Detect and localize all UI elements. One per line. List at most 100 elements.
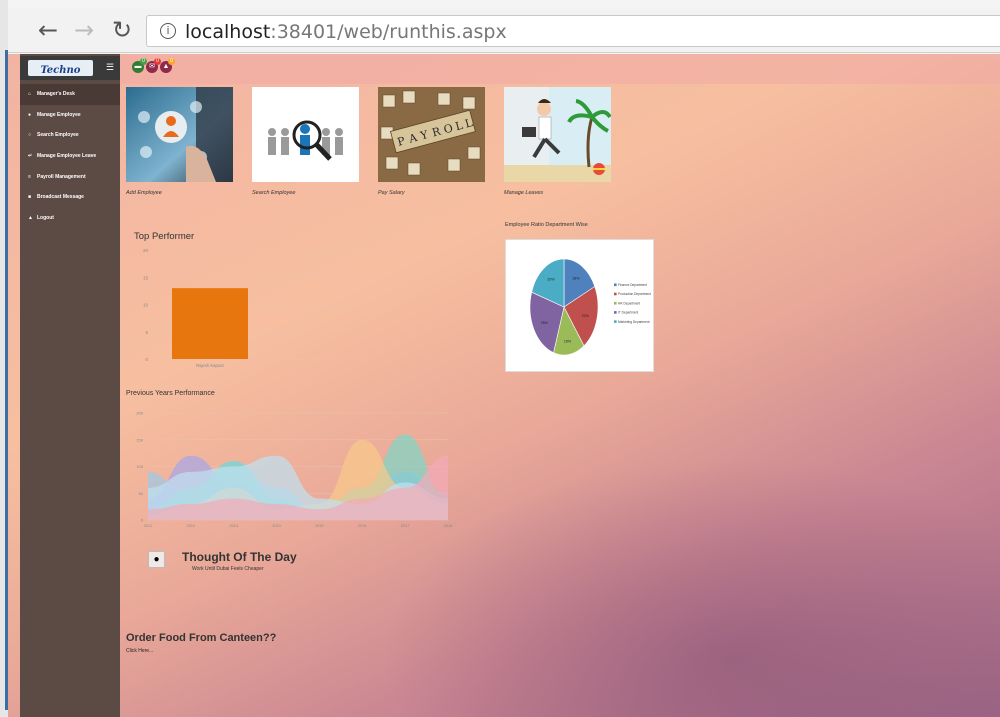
manage-leaves-caption[interactable]: Manage Leaves [504,190,543,196]
search-employee-caption[interactable]: Search Employee [252,190,295,196]
list-icon: ≡ [28,173,31,180]
pie-legend-label: Finance Department [618,283,647,287]
logout-icon: ▲ [28,214,33,221]
window-edge [0,0,8,717]
pie-legend-swatch [614,301,617,305]
sidebar: Techno ☰ ⌂ Manager's Desk ● Manage Employee… [20,54,120,717]
browser-toolbar: ← → ↻ i localhost:38401/web/runthis.aspx [8,8,1000,53]
pay-salary-caption[interactable]: Pay Salary [378,190,405,196]
area-x-tick: 2013 [229,524,237,528]
canteen-section: Order Food From Canteen?? Click Here... [126,632,276,654]
area-y-tick: 100 [136,464,143,469]
search-employee-image [252,87,359,182]
sidebar-item-payroll-management[interactable]: ≡ Payroll Management [20,166,120,187]
mail-notification[interactable]: ✉ 0 [146,58,161,73]
area-y-tick: 150 [136,437,143,442]
pie-slice-label: 25% [541,321,549,325]
bar-y-tick: 0 [145,357,148,362]
notification-badge: 0 [168,58,175,65]
logo-bar: Techno ☰ [20,56,120,80]
pie-legend-label: Production Department [618,292,651,296]
lightbulb-icon: ● [148,551,165,568]
chat-notification[interactable]: ▬ 0 [132,58,147,73]
pay-salary-tile[interactable]: PAYROLL [378,87,485,182]
sidebar-item-search-employee[interactable]: ○ Search Employee [20,125,120,146]
bar-y-tick: 5 [145,330,148,335]
pie-legend-swatch [614,283,617,287]
sidebar-item-label: Manage Employee [37,111,81,118]
add-employee-caption[interactable]: Add Employee [126,190,162,196]
url-path: :38401/web/runthis.aspx [270,21,507,43]
canteen-title: Order Food From Canteen?? [126,632,277,644]
pie-chart-title: Employee Ratio Department Wise [505,222,588,228]
top-performer-chart: 0 5 10 15 20 Rajesh Kapoor [143,248,361,368]
forward-button[interactable]: → [74,18,94,42]
area-x-tick: 2015 [315,524,323,528]
pie-slice-label: 20% [547,278,555,282]
canteen-link[interactable]: Click Here... [126,648,276,654]
sidebar-item-label: Payroll Management [37,173,86,180]
sidebar-menu: ⌂ Manager's Desk ● Manage Employee ○ Search E… [20,84,120,228]
pie-legend-swatch [614,311,617,314]
menu-toggle-icon[interactable]: ☰ [106,62,116,72]
area-x-tick: 2012 [187,524,195,528]
broadcast-icon: ■ [28,194,32,201]
bar-y-tick: 10 [143,303,149,308]
pay-salary-image: PAYROLL [378,87,485,182]
pie-legend-label: HR Department [618,301,640,305]
sidebar-item-label: Manage Employee Leave [37,153,97,160]
info-icon[interactable]: i [160,23,176,39]
search-employee-tile[interactable] [252,87,359,182]
bar-mark [172,288,248,359]
area-x-tick: 2016 [358,524,366,528]
area-x-tick: 2017 [401,524,409,528]
sidebar-item-broadcast-message[interactable]: ■ Broadcast Message [20,187,120,208]
logo-text: Techno [40,65,81,76]
reload-button[interactable]: ↻ [112,18,132,42]
sidebar-item-label: Logout [37,214,54,221]
sidebar-item-logout[interactable]: ▲ Logout [20,208,120,229]
pie-legend-label: Marketing Department [618,320,650,324]
department-pie-chart: 18% 22% 15% 25% 20% Finance Department Product… [529,258,651,356]
pie-slice-label: 15% [564,340,572,344]
manage-leaves-tile[interactable] [504,87,611,182]
bar-x-label: Rajesh Kapoor [196,363,224,368]
sidebar-item-manage-employee[interactable]: ● Manage Employee [20,105,120,126]
bar-y-tick: 20 [143,248,149,253]
thought-title: Thought Of The Day [182,550,297,564]
add-employee-image [126,87,233,182]
back-button[interactable]: ← [38,18,58,42]
area-y-tick: 0 [141,518,144,523]
manage-leaves-image [504,87,611,182]
logo[interactable]: Techno [28,60,93,76]
mail-icon: ✉ [149,63,155,70]
search-icon: ○ [28,132,32,139]
area-x-tick: 2011 [144,524,152,528]
url-text[interactable]: localhost:38401/web/runthis.aspx [185,21,507,43]
sidebar-item-manager-s-desk[interactable]: ⌂ Manager's Desk [20,84,120,105]
pie-legend-label: IT Department [618,311,638,315]
home-icon: ⌂ [28,91,32,98]
area-y-tick: 50 [139,491,144,496]
sidebar-item-label: Manager's Desk [37,91,75,98]
bell-notification[interactable]: ▲ 0 [160,58,175,73]
add-employee-tile[interactable] [126,87,233,182]
address-bar[interactable]: i localhost:38401/web/runthis.aspx [146,15,1000,47]
pie-slice-label: 18% [572,276,580,280]
sidebar-item-label: Search Employee [37,132,79,139]
bar-y-tick: 15 [143,275,149,280]
top-bar: ▬ 0 ✉ 0 ▲ 0 [120,54,1000,84]
area-x-tick: 2014 [272,524,280,528]
pie-legend-swatch [614,320,617,323]
pie-chart-frame: 18% 22% 15% 25% 20% Finance Department Product… [505,239,654,372]
sidebar-item-manage-employee-leave[interactable]: ↵ Manage Employee Leave [20,146,120,167]
pie-slice-label: 22% [582,314,590,318]
previous-years-chart: 0 50 100 150 200 2011 2012 2013 2014 2015 2016 2017… [136,411,452,529]
area-x-tick: 2018 [444,524,452,528]
sidebar-item-label: Broadcast Message [37,194,84,201]
top-performer-title: Top Performer [134,231,195,242]
pie-legend-swatch [614,292,617,296]
thought-quote: Work Until Dubai Feels Cheaper [192,566,264,572]
leave-icon: ↵ [28,153,33,160]
user-icon: ● [28,111,32,118]
